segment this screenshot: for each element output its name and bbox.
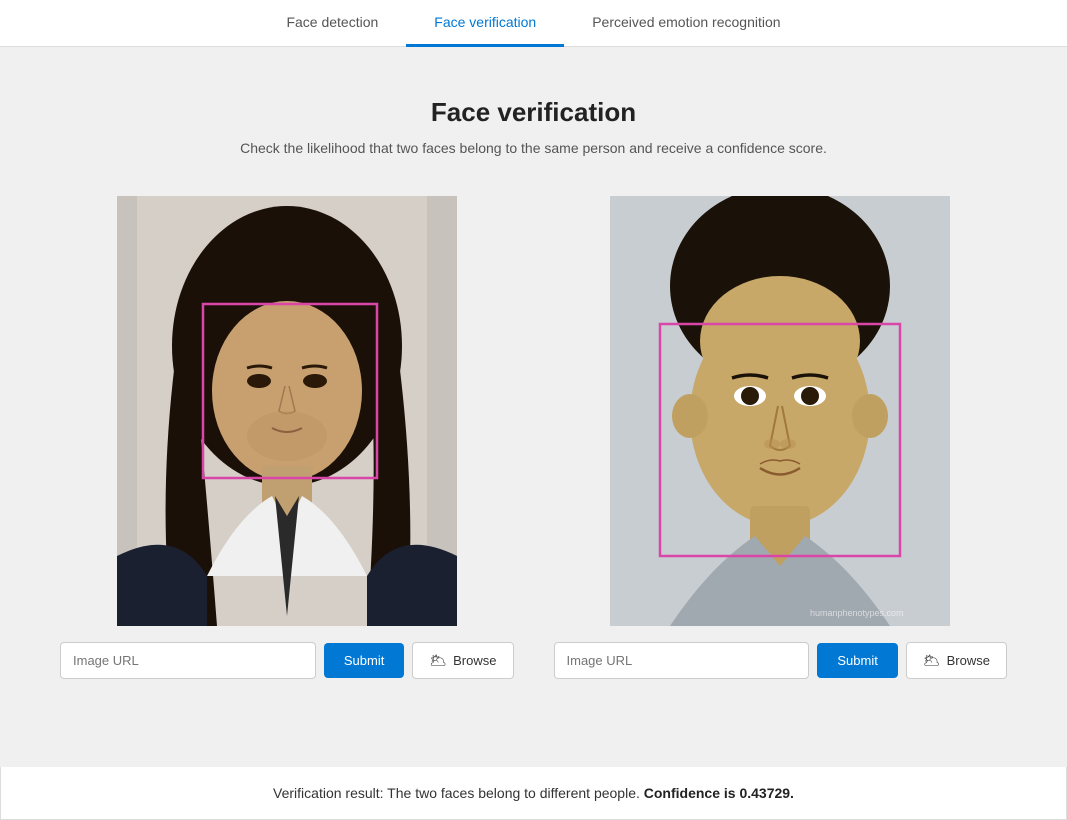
cloud-icon-right: 🌥 (923, 652, 941, 669)
cloud-icon-left: 🌥 (429, 652, 447, 669)
tab-perceived-emotion[interactable]: Perceived emotion recognition (564, 0, 808, 47)
input-row-right: Submit 🌥 Browse (554, 642, 1008, 679)
image-container-left (117, 196, 457, 626)
images-row: Submit 🌥 Browse (60, 196, 1007, 679)
result-text: Verification result: The two faces belon… (273, 785, 640, 801)
face-image-1 (117, 196, 457, 626)
input-row-left: Submit 🌥 Browse (60, 642, 514, 679)
tab-bar: Face detection Face verification Perceiv… (0, 0, 1067, 47)
browse-button-right[interactable]: 🌥 Browse (906, 642, 1007, 679)
image-panel-right: humanphenotypes.com Submit 🌥 Browse (554, 196, 1008, 679)
result-bar: Verification result: The two faces belon… (0, 767, 1067, 820)
page-subtitle: Check the likelihood that two faces belo… (60, 140, 1007, 156)
browse-label-right: Browse (947, 653, 990, 668)
url-input-right[interactable] (554, 642, 810, 679)
main-content: Face verification Check the likelihood t… (0, 47, 1067, 817)
browse-label-left: Browse (453, 653, 496, 668)
submit-button-left[interactable]: Submit (324, 643, 404, 678)
page-title: Face verification (60, 97, 1007, 128)
image-container-right: humanphenotypes.com (610, 196, 950, 626)
submit-button-right[interactable]: Submit (817, 643, 897, 678)
url-input-left[interactable] (60, 642, 316, 679)
browse-button-left[interactable]: 🌥 Browse (412, 642, 513, 679)
confidence-text: Confidence is 0.43729. (644, 785, 794, 801)
svg-text:humanphenotypes.com: humanphenotypes.com (810, 608, 904, 618)
tab-face-verification[interactable]: Face verification (406, 0, 564, 47)
tab-face-detection[interactable]: Face detection (258, 0, 406, 47)
face-image-2: humanphenotypes.com (610, 196, 950, 626)
image-panel-left: Submit 🌥 Browse (60, 196, 514, 679)
